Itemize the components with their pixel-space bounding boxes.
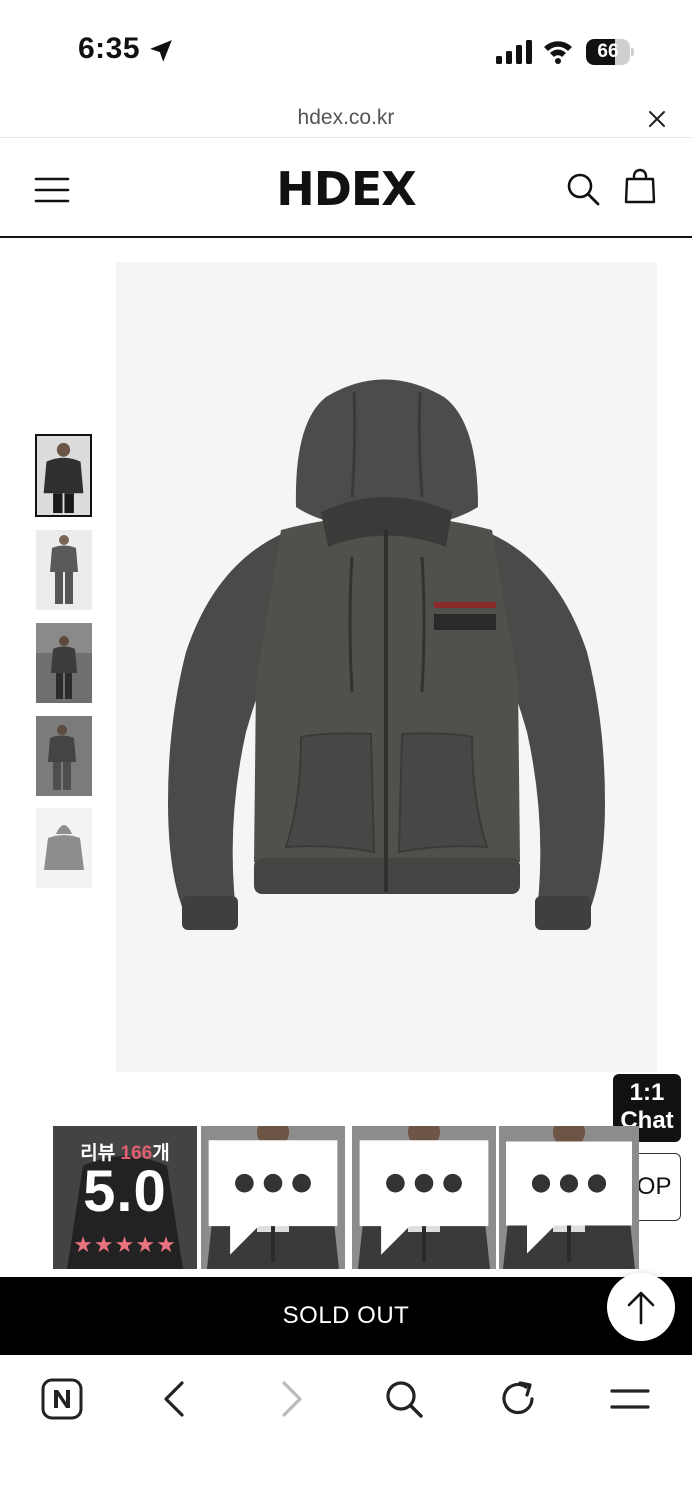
url-text[interactable]: hdex.co.kr bbox=[0, 106, 692, 130]
forward-icon bbox=[282, 1381, 302, 1417]
review-score: 5.0 bbox=[83, 1159, 167, 1224]
status-time: 6:35 bbox=[78, 32, 141, 65]
review-photo[interactable] bbox=[352, 1126, 496, 1269]
naver-home-icon[interactable] bbox=[40, 1377, 84, 1421]
hoodie-illustration bbox=[116, 262, 657, 1072]
product-thumbnail[interactable] bbox=[36, 623, 92, 703]
status-bar: 6:35 66 bbox=[0, 0, 692, 100]
scroll-up-button[interactable] bbox=[607, 1273, 675, 1341]
search-icon[interactable] bbox=[382, 1377, 426, 1421]
review-photo[interactable] bbox=[499, 1126, 639, 1269]
sold-out-button[interactable]: SOLD OUT bbox=[0, 1277, 692, 1355]
arrow-up-icon bbox=[627, 1291, 655, 1325]
comment-bubble-icon bbox=[359, 1140, 489, 1255]
product-thumbnail[interactable] bbox=[36, 716, 92, 796]
browser-toolbar bbox=[0, 1355, 692, 1500]
refresh-icon[interactable] bbox=[496, 1377, 540, 1421]
comment-bubble-icon bbox=[506, 1141, 632, 1254]
wifi-icon bbox=[544, 41, 572, 64]
product-thumbnail[interactable] bbox=[35, 434, 92, 517]
shopping-bag-icon[interactable] bbox=[624, 168, 656, 204]
review-stars: ★★★★★ bbox=[73, 1232, 177, 1257]
site-header: HDEX bbox=[0, 138, 692, 238]
carousel-prev-icon[interactable] bbox=[213, 1181, 239, 1215]
search-icon[interactable] bbox=[566, 172, 600, 206]
review-strip: 리뷰 166개 5.0 ★★★★★ bbox=[53, 1126, 639, 1269]
menu-icon[interactable] bbox=[608, 1377, 652, 1421]
review-summary-tile[interactable]: 리뷰 166개 5.0 ★★★★★ bbox=[53, 1126, 197, 1269]
product-main-image[interactable] bbox=[116, 262, 657, 1072]
back-icon[interactable] bbox=[154, 1377, 198, 1421]
close-icon[interactable] bbox=[646, 108, 668, 130]
product-thumbnail[interactable] bbox=[36, 530, 92, 610]
location-arrow-icon bbox=[150, 40, 172, 62]
url-bar[interactable]: hdex.co.kr bbox=[0, 100, 692, 138]
chat-line-1: 1:1 bbox=[629, 1079, 665, 1106]
battery-level: 66 bbox=[597, 41, 619, 62]
battery-icon: 66 bbox=[586, 39, 634, 65]
product-thumbnail[interactable] bbox=[36, 808, 92, 888]
signal-icon bbox=[496, 40, 532, 64]
